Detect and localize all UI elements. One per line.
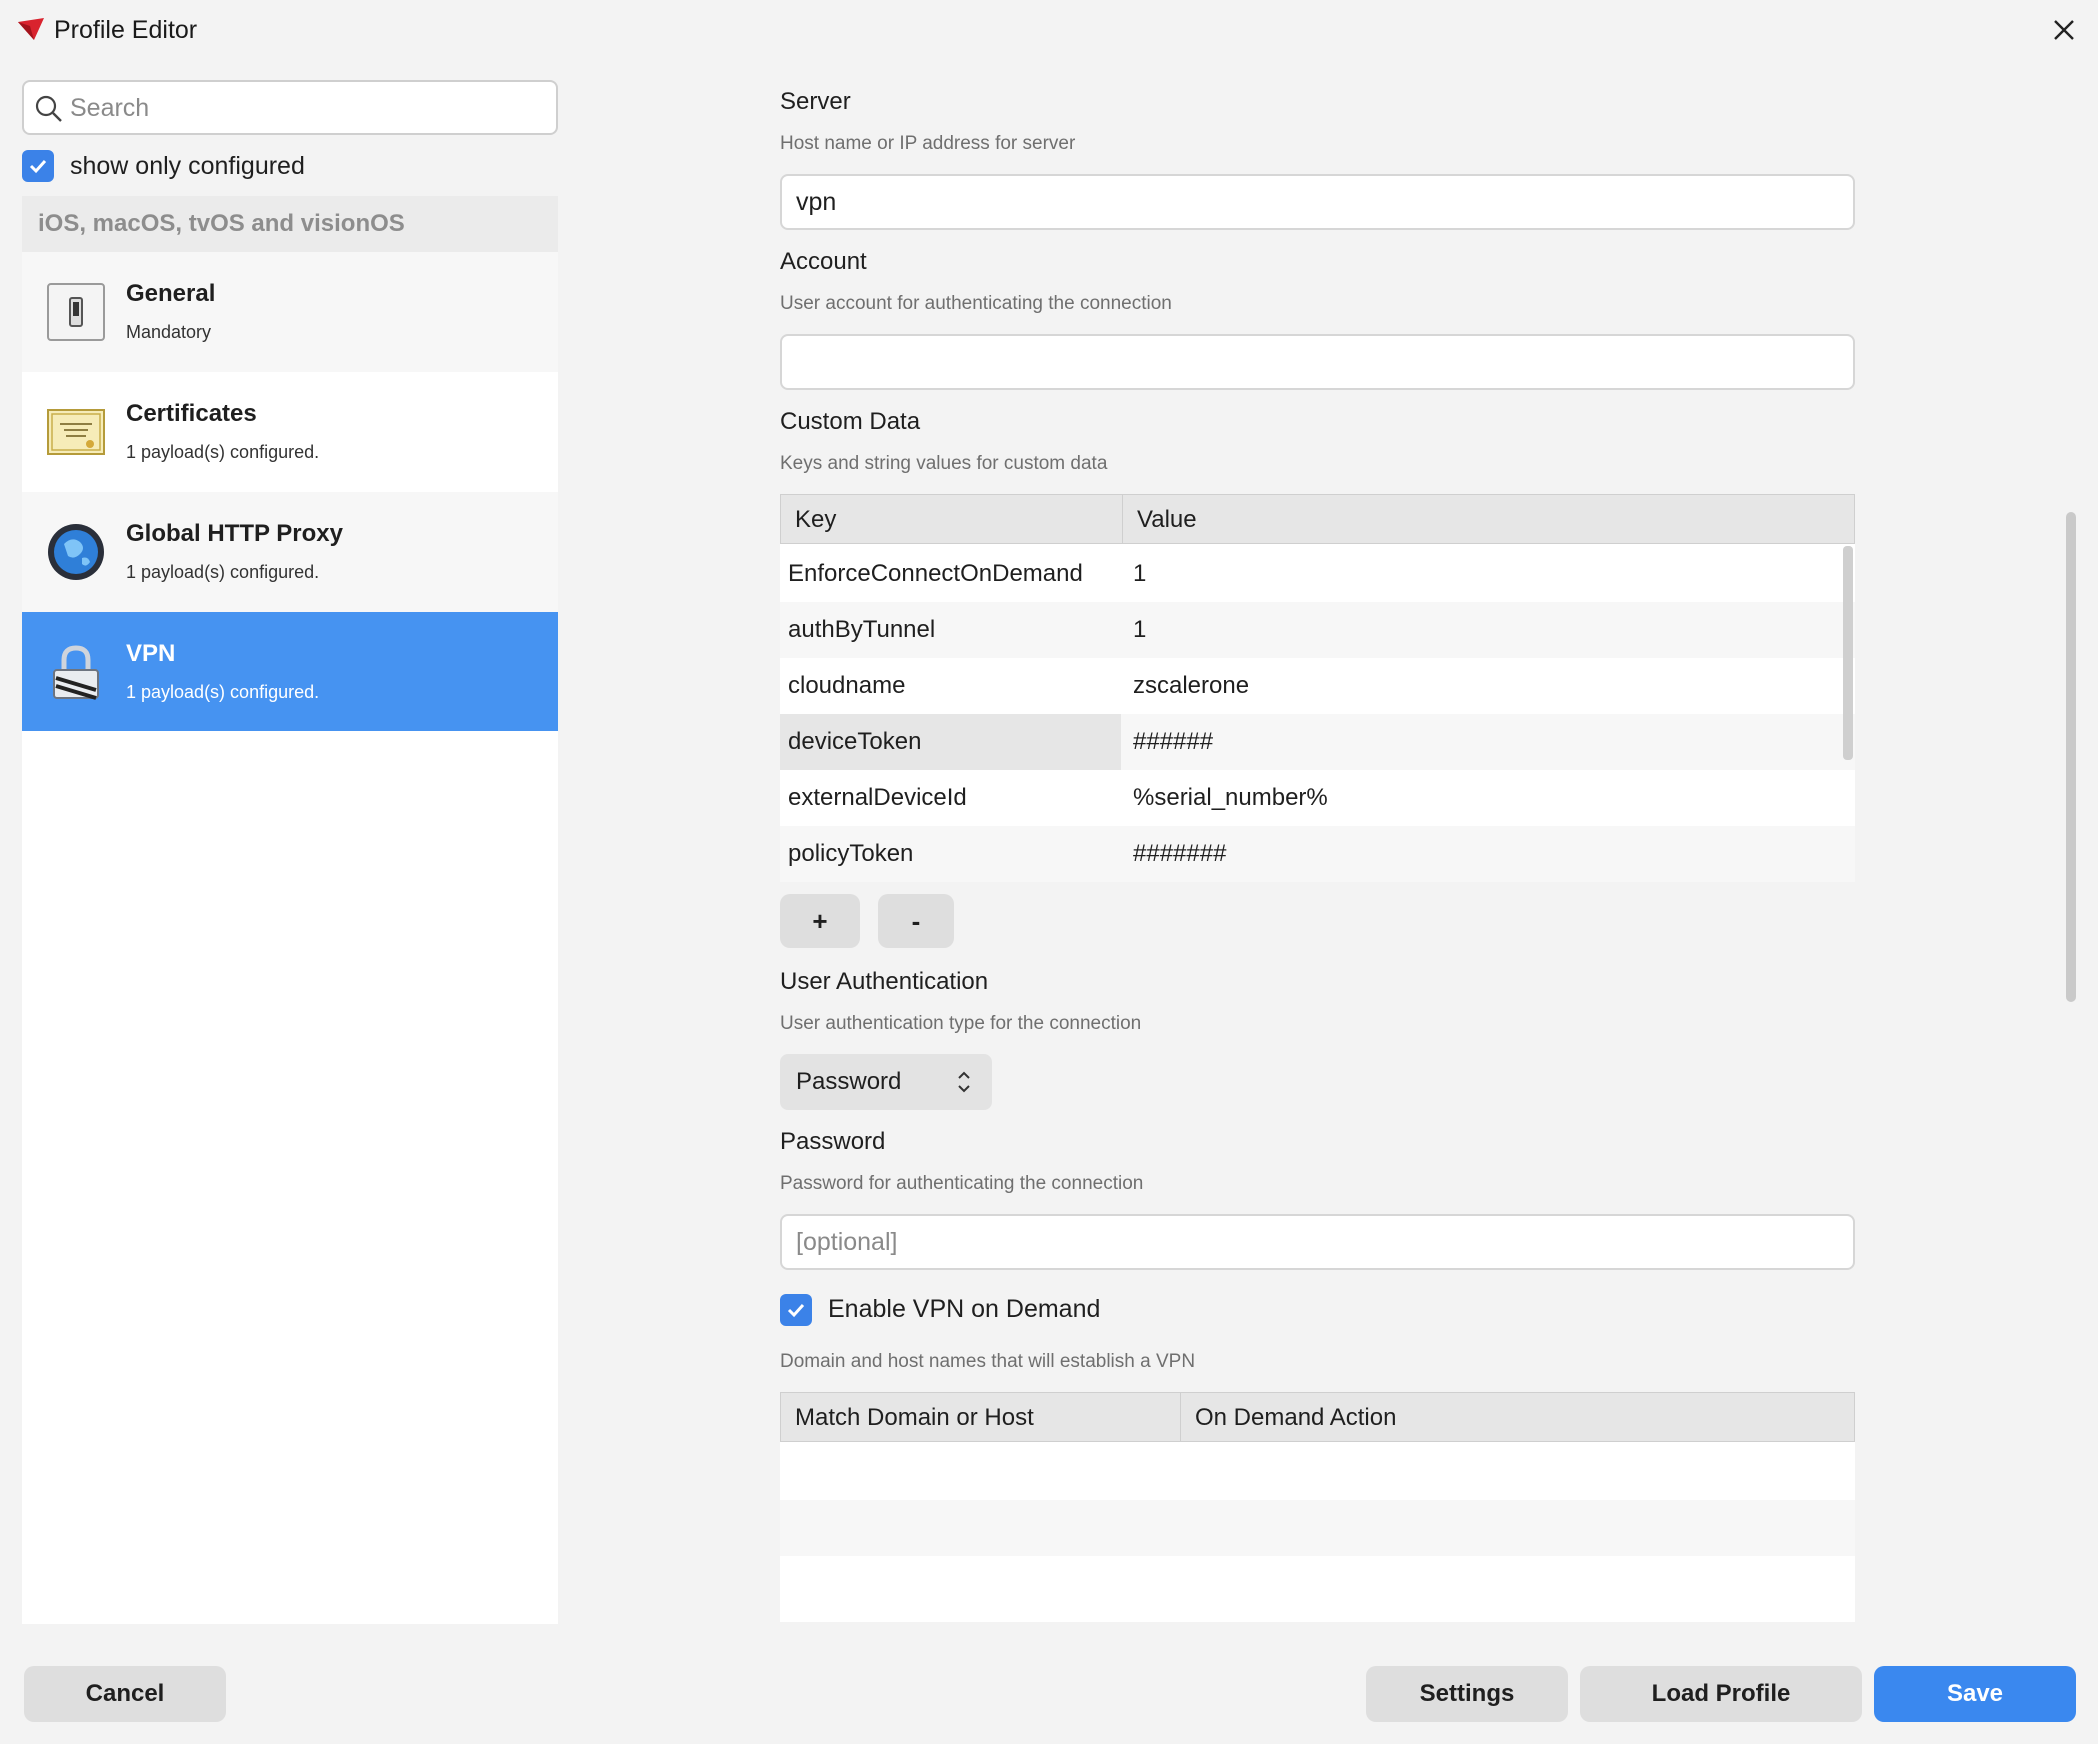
user-auth-description: User authentication type for the connect… bbox=[780, 1013, 1142, 1034]
table-row[interactable]: EnforceConnectOnDemand 1 bbox=[780, 546, 1855, 602]
table-header: Key Value bbox=[780, 494, 1855, 544]
row-value: %serial_number% bbox=[1133, 784, 1328, 811]
sidebar-item-general[interactable]: General Mandatory bbox=[22, 252, 558, 372]
row-value: ####### bbox=[1133, 840, 1227, 867]
row-key: policyToken bbox=[788, 840, 914, 867]
column-header-match-domain[interactable]: Match Domain or Host bbox=[781, 1393, 1181, 1441]
title-bar: Profile Editor bbox=[0, 0, 2098, 60]
table-header: Match Domain or Host On Demand Action bbox=[780, 1392, 1855, 1442]
chevron-updown-icon bbox=[958, 1071, 970, 1093]
sidebar-item-subtitle: 1 payload(s) configured. bbox=[126, 682, 320, 702]
remove-row-button[interactable]: - bbox=[878, 894, 954, 948]
row-value: zscalerone bbox=[1133, 672, 1250, 699]
user-auth-label: User Authentication bbox=[780, 968, 989, 995]
row-value: 1 bbox=[1133, 560, 1147, 587]
show-only-configured-label: show only configured bbox=[70, 152, 305, 180]
server-input[interactable] bbox=[780, 174, 1855, 230]
column-header-value[interactable]: Value bbox=[1123, 495, 1854, 543]
row-value: ###### bbox=[1133, 728, 1214, 755]
user-auth-select[interactable]: Password bbox=[780, 1054, 992, 1110]
main-scrollbar[interactable] bbox=[2066, 512, 2076, 1002]
sidebar-item-title: Global HTTP Proxy bbox=[126, 520, 343, 547]
sidebar-item-vpn[interactable]: VPN 1 payload(s) configured. bbox=[22, 612, 558, 732]
enable-vpn-on-demand-label: Enable VPN on Demand bbox=[828, 1295, 1101, 1323]
checkmark-icon bbox=[29, 159, 47, 174]
column-header-key[interactable]: Key bbox=[781, 495, 1123, 543]
server-description: Host name or IP address for server bbox=[780, 133, 1076, 154]
cancel-button[interactable]: Cancel bbox=[24, 1666, 226, 1722]
table-row[interactable] bbox=[780, 1500, 1855, 1556]
lock-icon bbox=[53, 645, 99, 700]
row-key: authByTunnel bbox=[788, 616, 936, 643]
globe-icon bbox=[48, 524, 104, 580]
server-label: Server bbox=[780, 88, 851, 115]
sidebar-item-subtitle: Mandatory bbox=[126, 322, 212, 342]
close-icon[interactable] bbox=[2046, 12, 2082, 48]
row-key: cloudname bbox=[788, 672, 906, 699]
save-button[interactable]: Save bbox=[1874, 1666, 2076, 1722]
certificate-icon bbox=[47, 409, 105, 455]
row-key: deviceToken bbox=[780, 714, 1121, 770]
checkmark-icon bbox=[787, 1303, 805, 1318]
row-key: externalDeviceId bbox=[788, 784, 967, 811]
custom-data-description: Keys and string values for custom data bbox=[780, 453, 1108, 474]
table-row[interactable]: cloudname zscalerone bbox=[780, 658, 1855, 714]
search-input[interactable] bbox=[70, 90, 540, 126]
row-value: 1 bbox=[1133, 616, 1147, 643]
account-label: Account bbox=[780, 248, 867, 275]
sidebar-item-certificates[interactable]: Certificates 1 payload(s) configured. bbox=[22, 372, 558, 492]
custom-data-table: Key Value EnforceConnectOnDemand 1 authB… bbox=[780, 494, 1855, 882]
switch-icon bbox=[47, 283, 105, 341]
sidebar-item-global-http-proxy[interactable]: Global HTTP Proxy 1 payload(s) configure… bbox=[22, 492, 558, 612]
table-row[interactable] bbox=[780, 1556, 1855, 1612]
custom-data-label: Custom Data bbox=[780, 408, 921, 435]
load-profile-button[interactable]: Load Profile bbox=[1580, 1666, 1862, 1722]
settings-button[interactable]: Settings bbox=[1366, 1666, 1568, 1722]
window-title: Profile Editor bbox=[54, 16, 198, 44]
account-description: User account for authenticating the conn… bbox=[780, 293, 1172, 314]
sidebar-item-title: General bbox=[126, 280, 216, 307]
sidebar-item-title: Certificates bbox=[126, 400, 257, 427]
add-row-button[interactable]: + bbox=[780, 894, 860, 948]
password-description: Password for authenticating the connecti… bbox=[780, 1173, 1144, 1194]
on-demand-rules-table: Match Domain or Host On Demand Action bbox=[780, 1392, 1855, 1622]
vpn-on-demand-description: Domain and host names that will establis… bbox=[780, 1351, 1196, 1372]
password-label: Password bbox=[780, 1128, 886, 1155]
user-auth-selected-value: Password bbox=[796, 1068, 902, 1095]
account-input[interactable] bbox=[780, 334, 1855, 390]
platform-section-header: iOS, macOS, tvOS and visionOS bbox=[22, 196, 558, 252]
table-scrollbar[interactable] bbox=[1843, 546, 1853, 760]
password-input[interactable] bbox=[780, 1214, 1855, 1270]
enable-vpn-on-demand-checkbox[interactable] bbox=[780, 1294, 812, 1326]
sidebar-item-subtitle: 1 payload(s) configured. bbox=[126, 562, 320, 582]
sidebar-empty-area bbox=[22, 731, 558, 1624]
column-header-on-demand-action[interactable]: On Demand Action bbox=[1181, 1393, 1854, 1441]
table-row[interactable]: deviceToken ###### bbox=[780, 714, 1855, 770]
row-key: EnforceConnectOnDemand bbox=[788, 560, 1083, 587]
table-row[interactable] bbox=[780, 1444, 1855, 1500]
sidebar-item-title: VPN bbox=[126, 640, 176, 667]
search-box bbox=[22, 80, 558, 135]
table-row[interactable]: policyToken ####### bbox=[780, 826, 1855, 882]
show-only-configured-checkbox[interactable] bbox=[22, 150, 54, 182]
app-logo-icon bbox=[18, 18, 44, 40]
table-row[interactable]: externalDeviceId %serial_number% bbox=[780, 770, 1855, 826]
table-row[interactable]: authByTunnel 1 bbox=[780, 602, 1855, 658]
search-icon bbox=[35, 95, 62, 122]
sidebar-item-subtitle: 1 payload(s) configured. bbox=[126, 442, 320, 462]
